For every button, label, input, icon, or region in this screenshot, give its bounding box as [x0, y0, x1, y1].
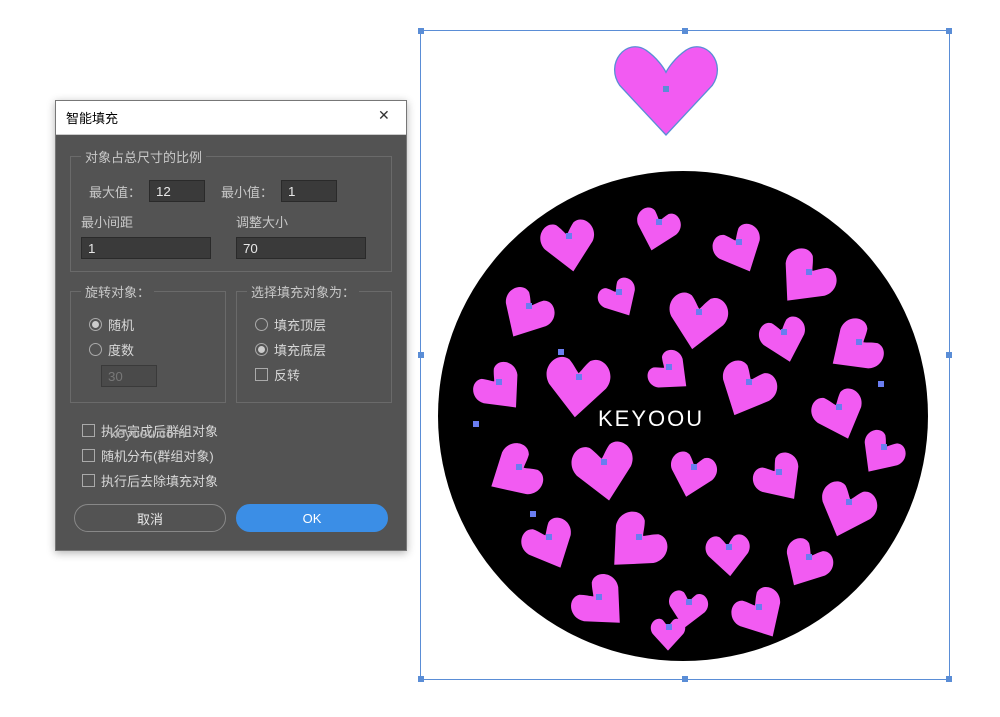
artboard-selection[interactable]: KEYOOU — [420, 30, 950, 680]
rotate-random-row[interactable]: 随机 — [89, 315, 215, 334]
max-input[interactable] — [149, 180, 205, 202]
close-icon[interactable] — [378, 109, 396, 127]
gap-label: 最小间距 — [81, 212, 226, 231]
rotate-degree-row[interactable]: 度数 — [89, 340, 215, 359]
selection-handle[interactable] — [418, 352, 424, 358]
random-distribute-row[interactable]: 随机分布(群组对象) — [82, 446, 392, 465]
smart-fill-dialog: 智能填充 对象占总尺寸的比例 最大值： 最小值： 最小间距 调整大小 — [55, 100, 407, 551]
selection-handle[interactable] — [682, 28, 688, 34]
dialog-titlebar[interactable]: 智能填充 — [56, 101, 406, 135]
selection-handle[interactable] — [946, 352, 952, 358]
group-after-label: 执行完成后群组对象 — [101, 421, 218, 440]
remove-fill-after-checkbox[interactable] — [82, 474, 95, 487]
anchor-point[interactable] — [663, 86, 669, 92]
remove-fill-after-label: 执行后去除填充对象 — [101, 471, 218, 490]
group-after-row[interactable]: 执行完成后群组对象 — [82, 421, 392, 440]
resize-input[interactable] — [236, 237, 366, 259]
rotate-degree-label: 度数 — [108, 340, 134, 359]
max-label: 最大值： — [81, 182, 141, 201]
fill-target-fieldset: 选择填充对象为： 填充顶层 填充底层 反转 — [236, 282, 392, 403]
fill-bottom-row[interactable]: 填充底层 — [255, 340, 381, 359]
sample-heart-shape[interactable] — [611, 41, 721, 141]
rotate-fieldset: 旋转对象： 随机 度数 — [70, 282, 226, 403]
rotate-legend: 旋转对象： — [81, 282, 154, 301]
ratio-fieldset: 对象占总尺寸的比例 最大值： 最小值： 最小间距 调整大小 — [70, 147, 392, 272]
min-input[interactable] — [281, 180, 337, 202]
invert-row[interactable]: 反转 — [255, 365, 381, 384]
ok-button[interactable]: OK — [236, 504, 388, 532]
resize-label: 调整大小 — [236, 212, 381, 231]
cancel-button[interactable]: 取消 — [74, 504, 226, 532]
dialog-title: 智能填充 — [66, 108, 118, 127]
pattern-preview-circle[interactable]: KEYOOU — [438, 171, 928, 661]
invert-checkbox[interactable] — [255, 368, 268, 381]
selection-handle[interactable] — [946, 28, 952, 34]
fill-bottom-radio[interactable] — [255, 343, 268, 356]
selection-handle[interactable] — [418, 28, 424, 34]
remove-fill-after-row[interactable]: 执行后去除填充对象 — [82, 471, 392, 490]
rotate-random-radio[interactable] — [89, 318, 102, 331]
random-distribute-checkbox[interactable] — [82, 449, 95, 462]
selection-handle[interactable] — [946, 676, 952, 682]
rotate-random-label: 随机 — [108, 315, 134, 334]
selection-handle[interactable] — [418, 676, 424, 682]
fill-target-legend: 选择填充对象为： — [247, 282, 359, 301]
rotate-degree-radio[interactable] — [89, 343, 102, 356]
fill-top-label: 填充顶层 — [274, 315, 326, 334]
fill-top-row[interactable]: 填充顶层 — [255, 315, 381, 334]
group-after-checkbox[interactable] — [82, 424, 95, 437]
random-distribute-label: 随机分布(群组对象) — [101, 446, 214, 465]
min-label: 最小值： — [213, 182, 273, 201]
brand-label: KEYOOU — [598, 406, 704, 432]
fill-bottom-label: 填充底层 — [274, 340, 326, 359]
rotate-degree-input — [101, 365, 157, 387]
fill-top-radio[interactable] — [255, 318, 268, 331]
ratio-legend: 对象占总尺寸的比例 — [81, 147, 206, 166]
invert-label: 反转 — [274, 365, 300, 384]
selection-handle[interactable] — [682, 676, 688, 682]
gap-input[interactable] — [81, 237, 211, 259]
